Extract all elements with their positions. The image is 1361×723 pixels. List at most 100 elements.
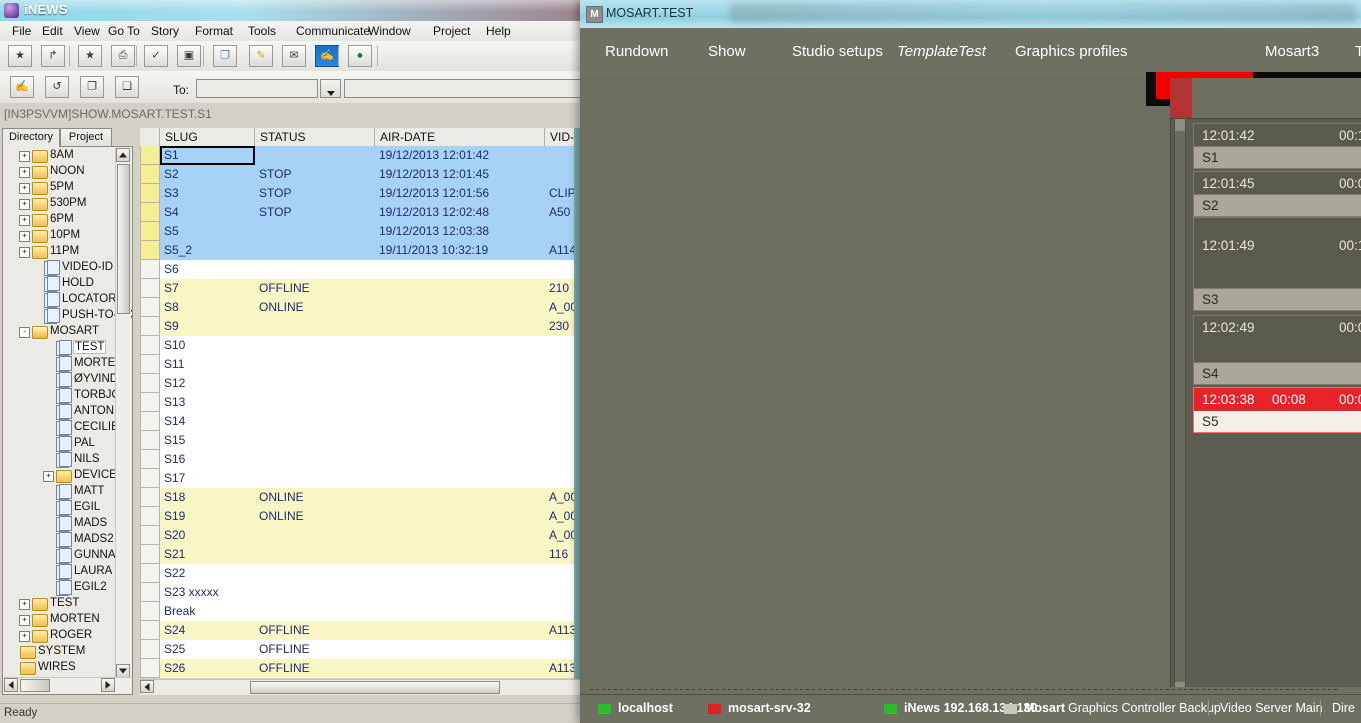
tree-item-hold[interactable]: HOLD — [3, 276, 115, 292]
grid-column-header-air-date[interactable]: AIR-DATE — [375, 128, 545, 146]
timeline-row[interactable]: 12:02:4900:05S4 — [1171, 315, 1361, 385]
tree-expander-icon[interactable]: + — [19, 151, 30, 162]
refresh-button[interactable]: ↺ — [45, 76, 69, 98]
table-row[interactable]: S5_219/11/2013 10:32:19A114 — [140, 241, 580, 260]
row-marker[interactable] — [140, 450, 160, 469]
row-marker[interactable] — [140, 564, 160, 583]
grid-hscrollbar[interactable] — [140, 679, 580, 695]
tree-expander-icon[interactable]: + — [19, 215, 30, 226]
web-button[interactable]: ● — [348, 45, 372, 67]
row-marker[interactable] — [140, 469, 160, 488]
tree-item-11pm[interactable]: +11PM — [3, 244, 115, 260]
row-marker[interactable] — [140, 203, 160, 222]
tree-scroll-down-button[interactable] — [116, 664, 130, 678]
table-row[interactable]: S7OFFLINE210 — [140, 279, 580, 298]
row-marker[interactable] — [140, 146, 160, 165]
row-marker[interactable] — [140, 374, 160, 393]
spellcheck-button[interactable]: ✓ — [144, 45, 168, 67]
timeline-body[interactable]: 12:01:4200:14S112:01:4500:00S212:01:4900… — [1170, 118, 1361, 695]
row-marker[interactable] — [140, 621, 160, 640]
timeline-row[interactable]: 12:01:4200:14S1 — [1171, 123, 1361, 169]
row-marker[interactable] — [140, 507, 160, 526]
table-row[interactable]: S21116 — [140, 545, 580, 564]
table-row[interactable]: S11 — [140, 355, 580, 374]
row-marker[interactable] — [140, 298, 160, 317]
highlight-button[interactable]: ✎ — [249, 45, 273, 67]
menu-item-go-to[interactable]: Go To — [100, 22, 148, 40]
tree-expander-icon[interactable]: + — [19, 615, 30, 626]
tree-hscroll-right-button[interactable] — [101, 678, 115, 692]
tree-item-5pm[interactable]: +5PM — [3, 180, 115, 196]
timeline-row[interactable]: 12:01:4500:00S2 — [1171, 171, 1361, 217]
mosart-menu-show[interactable]: Show — [708, 43, 746, 60]
edit-note-button[interactable]: ✍ — [10, 76, 34, 98]
table-row[interactable]: S25OFFLINE — [140, 640, 580, 659]
tree-item-nils[interactable]: NILS — [3, 452, 115, 468]
paste-note-button[interactable]: ❑ — [115, 76, 139, 98]
tree-item-matt[interactable]: MATT — [3, 484, 115, 500]
tree-scroll-up-button[interactable] — [116, 148, 130, 162]
mosart-menu-templatetest[interactable]: TemplateTest — [897, 43, 986, 60]
grid-column-header-status[interactable]: STATUS — [255, 128, 375, 146]
table-row[interactable]: S10 — [140, 336, 580, 355]
row-marker[interactable] — [140, 602, 160, 621]
tree-item-morten[interactable]: MORTEN — [3, 356, 115, 372]
tree-item-egil2[interactable]: EGIL2 — [3, 580, 115, 596]
tree-item-morten[interactable]: +MORTEN — [3, 612, 115, 628]
save-button[interactable]: ▣ — [177, 45, 201, 67]
tree-expander-icon[interactable]: + — [19, 247, 30, 258]
menu-item-format[interactable]: Format — [187, 22, 241, 40]
tree-tab-directory[interactable]: Directory — [2, 128, 60, 147]
table-row[interactable]: S15 — [140, 431, 580, 450]
row-marker[interactable] — [140, 165, 160, 184]
table-row[interactable]: S18ONLINEA_002 — [140, 488, 580, 507]
new-story-button[interactable]: ★ — [8, 45, 32, 67]
table-row[interactable]: Break — [140, 602, 580, 621]
row-marker[interactable] — [140, 526, 160, 545]
table-row[interactable]: S6 — [140, 260, 580, 279]
tree-hscroll-thumb[interactable] — [20, 679, 50, 692]
table-row[interactable]: S3STOP19/12/2013 12:01:56CLIP6 — [140, 184, 580, 203]
tree-item-noon[interactable]: +NOON — [3, 164, 115, 180]
row-marker[interactable] — [140, 583, 160, 602]
tree-scroll-thumb[interactable] — [117, 164, 130, 314]
table-row[interactable]: S17 — [140, 469, 580, 488]
open-story-button[interactable]: ↱ — [41, 45, 65, 67]
rundown-grid[interactable]: SLUGSTATUSAIR-DATEVID-IDS119/12/2013 12:… — [140, 128, 580, 695]
table-row[interactable]: S519/12/2013 12:03:38 — [140, 222, 580, 241]
tree-item-test[interactable]: +TEST — [3, 596, 115, 612]
row-marker[interactable] — [140, 279, 160, 298]
grid-hscroll-left-button[interactable] — [140, 680, 154, 693]
tree-item-locators[interactable]: LOCATORS — [3, 292, 115, 308]
mosart-menubar[interactable]: RundownShowStudio setupsTemplateTestGrap… — [580, 28, 1361, 78]
tree-item-530pm[interactable]: +530PM — [3, 196, 115, 212]
table-row[interactable]: S24OFFLINEA113 — [140, 621, 580, 640]
timeline-row[interactable]: 12:03:3800:0800:00S5 — [1171, 387, 1361, 433]
table-row[interactable]: S119/12/2013 12:01:42 — [140, 146, 580, 165]
mosart-menu-t[interactable]: T — [1355, 43, 1361, 60]
tree-expander-icon[interactable]: + — [19, 599, 30, 610]
grid-hscroll-thumb[interactable] — [250, 681, 500, 694]
tree-expander-icon[interactable]: + — [19, 231, 30, 242]
table-row[interactable]: S26OFFLINEA113 — [140, 659, 580, 678]
tree-expander-icon[interactable]: + — [19, 631, 30, 642]
row-marker[interactable] — [140, 260, 160, 279]
row-marker[interactable] — [140, 241, 160, 260]
mosart-menu-graphics-profiles[interactable]: Graphics profiles — [1015, 43, 1128, 60]
to-dropdown-button[interactable] — [320, 79, 341, 98]
timeline-left-scrollbar[interactable] — [1174, 118, 1186, 695]
print-button[interactable]: ⎙ — [111, 45, 135, 67]
mail-button[interactable]: ✉ — [282, 45, 306, 67]
timeline-left-scroll-up-button[interactable] — [1175, 119, 1185, 131]
timeline-row-info[interactable]: 12:02:4900:05S4 — [1193, 315, 1361, 385]
tree-tab-project[interactable]: Project — [60, 128, 112, 146]
tree-item-pal[interactable]: PAL — [3, 436, 115, 452]
row-marker[interactable] — [140, 222, 160, 241]
tree-item-test[interactable]: TEST — [3, 340, 115, 356]
tree-hscrollbar[interactable] — [4, 677, 131, 693]
tree-item-system[interactable]: SYSTEM — [3, 644, 115, 660]
timeline-row-info[interactable]: 12:01:4500:00S2 — [1193, 171, 1361, 217]
tree-item-push-to-ac[interactable]: PUSH-TO-AC — [3, 308, 115, 324]
table-row[interactable]: S8ONLINEA_001 — [140, 298, 580, 317]
tree-item-egil[interactable]: EGIL — [3, 500, 115, 516]
